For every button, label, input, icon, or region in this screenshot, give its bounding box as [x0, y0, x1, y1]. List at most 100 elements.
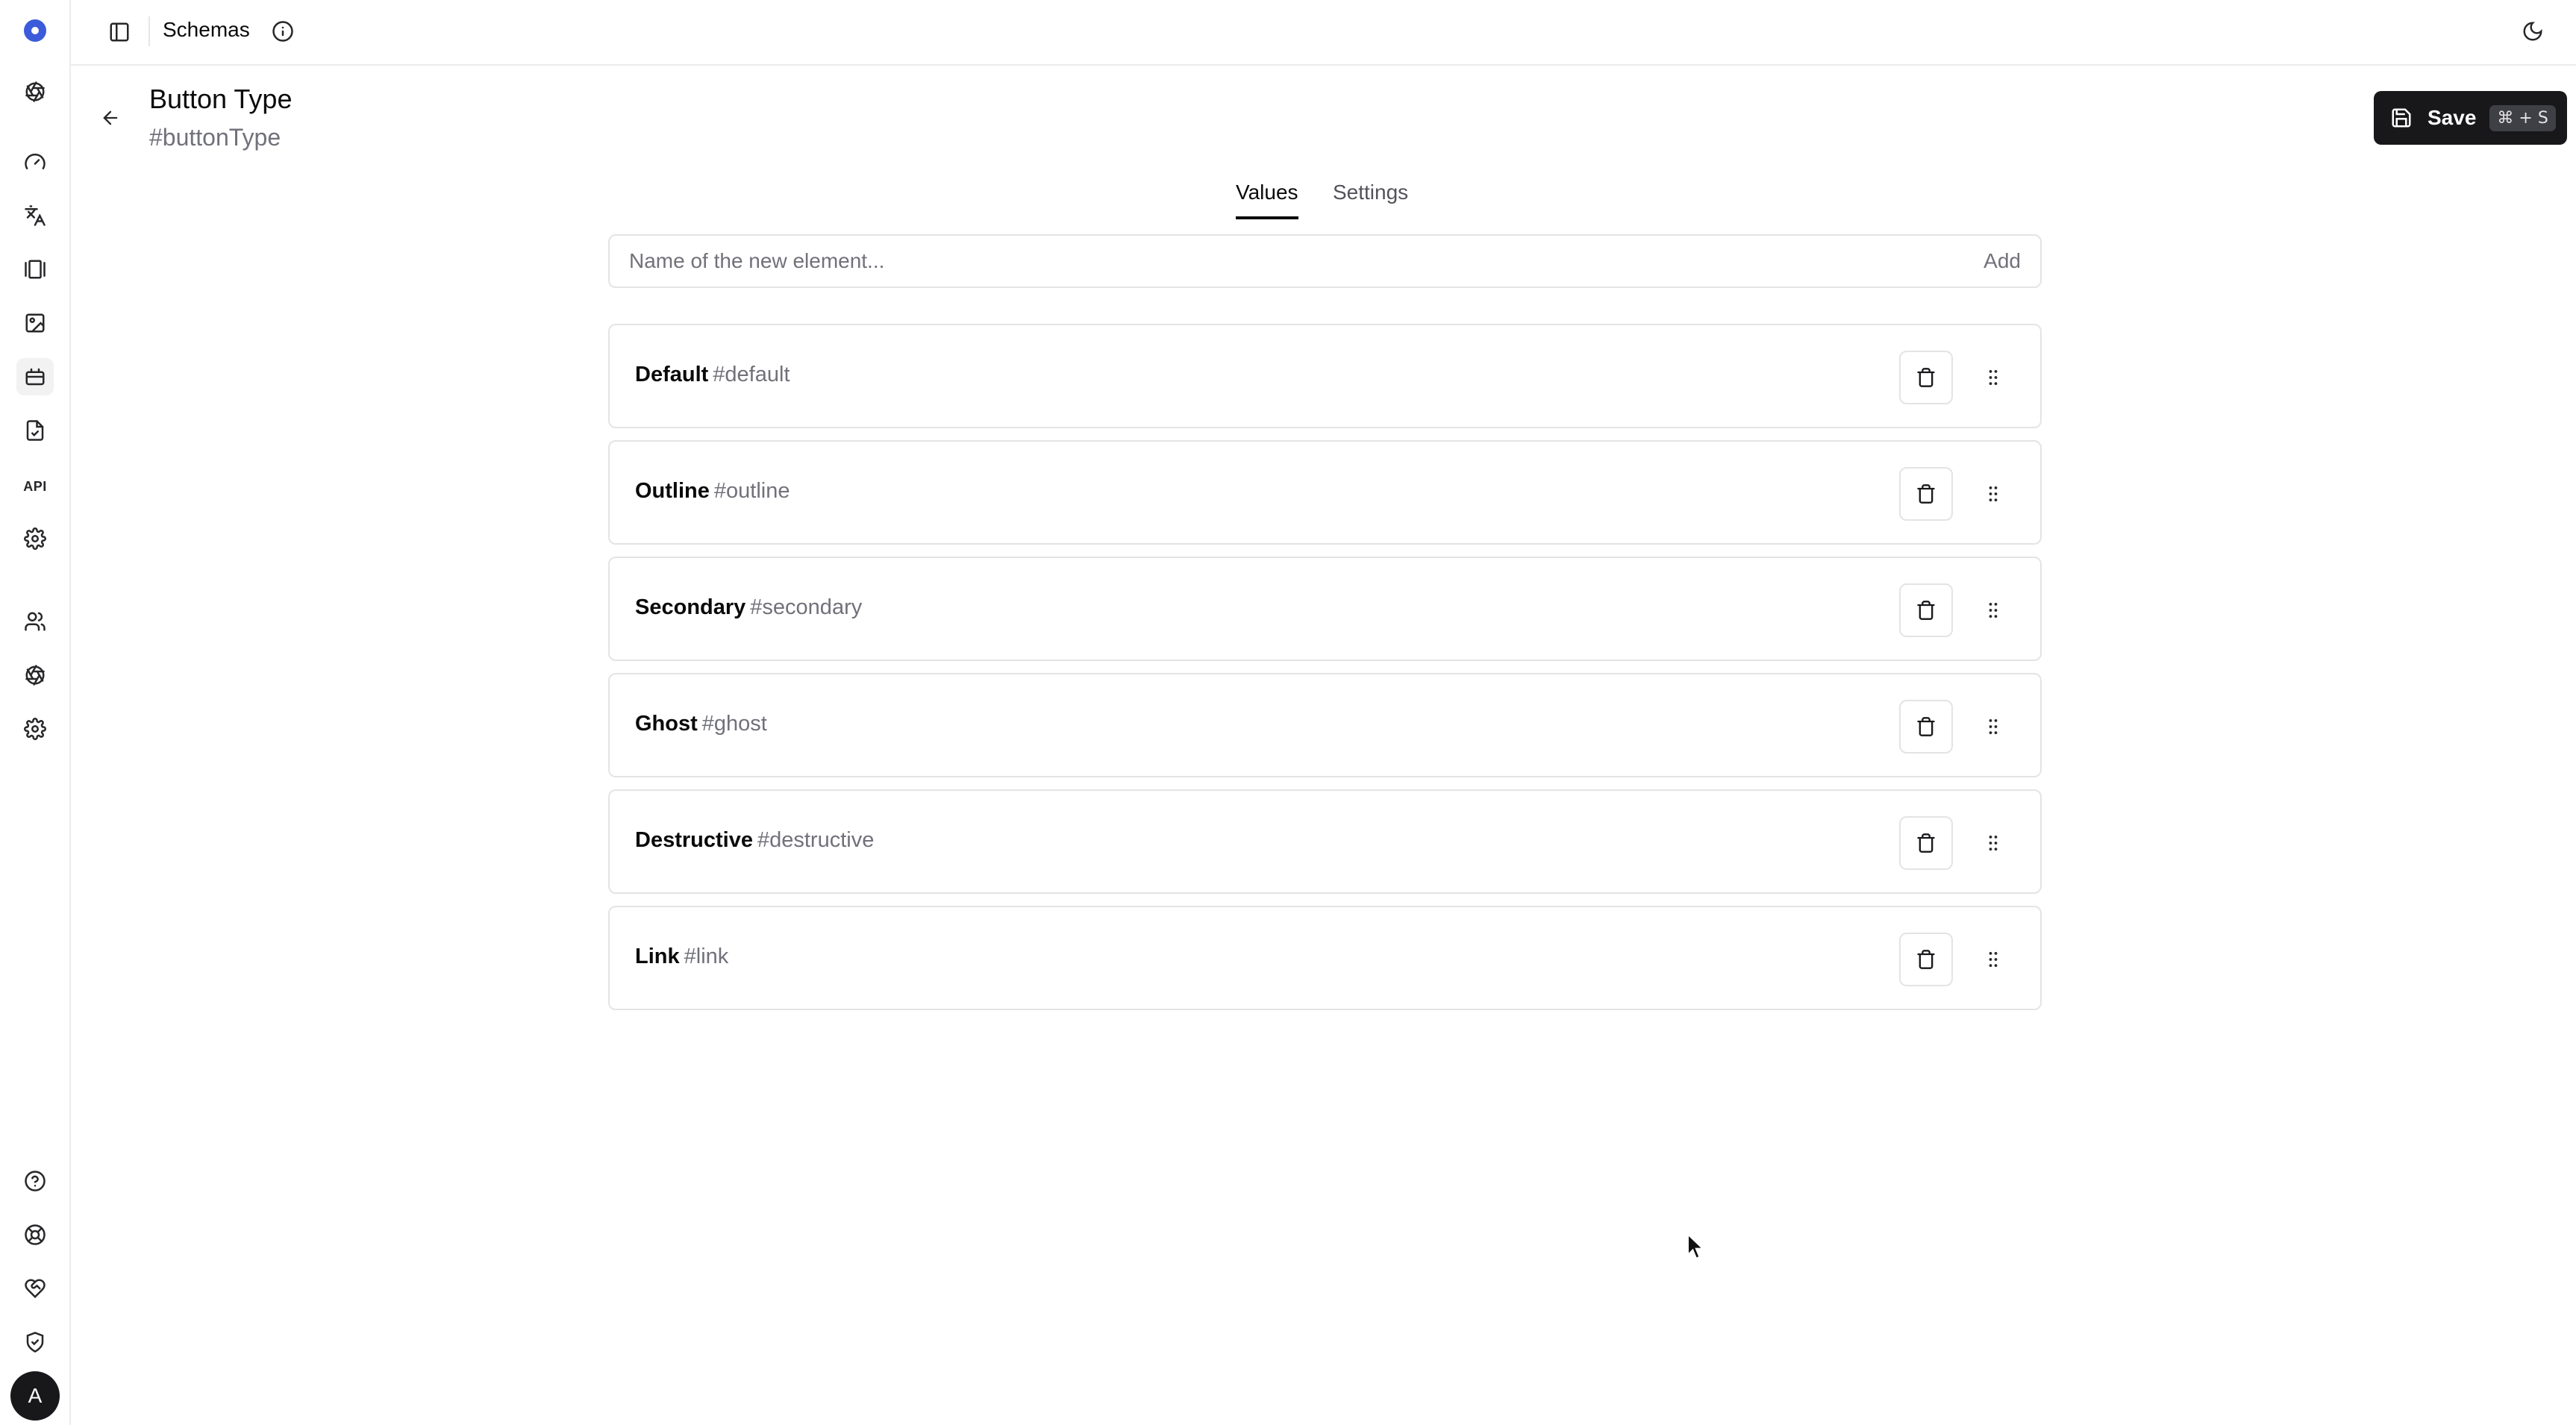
value-name: Link [635, 945, 680, 968]
schema-slug: #buttonType [149, 124, 281, 151]
value-name: Default [635, 363, 709, 386]
drag-handle[interactable] [1966, 816, 2020, 870]
add-element-form: Add [608, 234, 2042, 288]
sidebar-item-projects[interactable] [16, 73, 54, 110]
save-icon [2392, 108, 2411, 128]
delete-button[interactable] [1899, 933, 1953, 986]
delete-button[interactable] [1899, 583, 1953, 637]
sidebar-item-validation[interactable] [16, 412, 54, 449]
value-slug: #ghost [701, 712, 767, 736]
grip-vertical-icon [1989, 486, 1998, 502]
info-icon [272, 21, 293, 42]
sidebar: API A [0, 0, 71, 1425]
topbar-divider [149, 16, 150, 46]
sidebar-toggle-button[interactable] [102, 15, 137, 49]
grip-vertical-icon [1989, 951, 1998, 968]
users-icon [25, 612, 46, 631]
page-title: Schemas [163, 18, 250, 41]
life-buoy-icon [25, 1224, 46, 1245]
sidebar-item-settings[interactable] [16, 710, 54, 748]
save-label: Save [2427, 106, 2477, 129]
drag-handle[interactable] [1966, 933, 2020, 986]
list-item: Link #link [608, 906, 2042, 1010]
value-name: Ghost [635, 712, 698, 736]
sidebar-item-members[interactable] [16, 603, 54, 640]
grip-vertical-icon [1989, 835, 1998, 851]
tab-settings[interactable]: Settings [1333, 181, 1408, 216]
sidebar-item-workspace[interactable] [16, 657, 54, 694]
save-button[interactable]: Save ⌘ + S [2374, 91, 2567, 145]
help-circle-icon [25, 1171, 46, 1191]
back-button[interactable] [96, 103, 125, 133]
list-item: Default #default [608, 324, 2042, 428]
topbar: Schemas [71, 0, 2576, 66]
sidebar-item-content[interactable] [16, 251, 54, 288]
value-label: Link #link [635, 945, 728, 969]
list-item: Ghost #ghost [608, 673, 2042, 777]
file-check-icon [26, 420, 44, 441]
trash-icon [1917, 601, 1935, 620]
drag-handle[interactable] [1966, 467, 2020, 521]
moon-icon [2523, 22, 2542, 41]
theme-toggle-button[interactable] [2518, 16, 2548, 46]
gauge-icon [25, 153, 46, 169]
sidebar-item-security[interactable] [16, 1324, 54, 1361]
image-icon [25, 313, 45, 333]
drag-handle[interactable] [1966, 700, 2020, 754]
list-item: Destructive #destructive [608, 789, 2042, 894]
drag-handle[interactable] [1966, 583, 2020, 637]
grip-vertical-icon [1989, 718, 1998, 735]
trash-icon [1917, 484, 1935, 504]
delete-button[interactable] [1899, 351, 1953, 404]
trash-icon [1917, 368, 1935, 387]
aperture-icon [25, 665, 45, 686]
tab-values[interactable]: Values [1236, 181, 1298, 219]
arrow-left-icon [103, 110, 118, 125]
delete-button[interactable] [1899, 816, 1953, 870]
sidebar-item-translations[interactable] [16, 197, 54, 234]
sidebar-item-community[interactable] [16, 1270, 54, 1307]
info-button[interactable] [268, 16, 298, 46]
trash-icon [1917, 950, 1935, 969]
logo-icon[interactable] [24, 19, 46, 42]
value-label: Destructive #destructive [635, 828, 874, 853]
list-item: Outline #outline [608, 440, 2042, 545]
save-shortcut: ⌘ + S [2489, 104, 2556, 131]
value-slug: #default [713, 363, 790, 386]
value-label: Ghost #ghost [635, 712, 767, 736]
schema-title: Button Type [149, 84, 293, 114]
value-name: Secondary [635, 595, 746, 619]
languages-icon [25, 205, 46, 226]
gear-icon [24, 718, 46, 740]
sidebar-item-project-settings[interactable] [16, 520, 54, 557]
trash-icon [1917, 833, 1935, 853]
value-label: Default #default [635, 363, 790, 387]
value-label: Outline #outline [635, 479, 790, 504]
sidebar-item-api[interactable]: API [16, 468, 54, 505]
avatar[interactable]: A [10, 1371, 60, 1421]
value-slug: #outline [713, 479, 790, 503]
package-icon [25, 368, 45, 386]
panel-left-icon [110, 22, 129, 42]
add-button[interactable]: Add [1983, 249, 2021, 273]
grip-vertical-icon [1989, 369, 1998, 386]
value-slug: #secondary [750, 595, 863, 619]
trash-icon [1917, 717, 1935, 736]
list-item: Secondary #secondary [608, 557, 2042, 661]
sidebar-item-help[interactable] [16, 1162, 54, 1200]
mouse-cursor-icon [1686, 1233, 1706, 1260]
aperture-icon [25, 81, 45, 102]
sidebar-item-schemas[interactable] [16, 358, 54, 395]
value-label: Secondary #secondary [635, 595, 862, 620]
sidebar-item-media[interactable] [16, 304, 54, 342]
value-slug: #destructive [757, 828, 875, 852]
new-element-input[interactable] [610, 236, 1953, 286]
sidebar-item-dashboard[interactable] [16, 143, 54, 181]
delete-button[interactable] [1899, 700, 1953, 754]
sidebar-item-support[interactable] [16, 1216, 54, 1253]
value-slug: #link [684, 945, 729, 968]
delete-button[interactable] [1899, 467, 1953, 521]
heart-handshake-icon [25, 1279, 46, 1299]
grip-vertical-icon [1989, 602, 1998, 618]
drag-handle[interactable] [1966, 351, 2020, 404]
